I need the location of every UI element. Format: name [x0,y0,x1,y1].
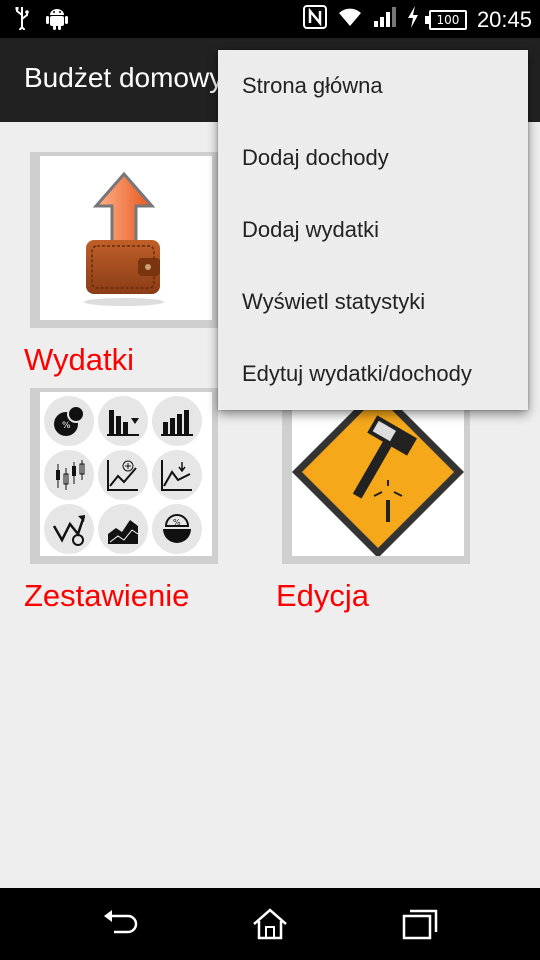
charging-icon [407,6,419,33]
svg-text:%: % [62,421,71,431]
menu-item-strona-glowna[interactable]: Strona główna [218,50,528,122]
nfc-icon [302,5,327,34]
hammer-warning-sign-icon [292,392,464,556]
tile-label-wydatki[interactable]: Wydatki [24,342,134,378]
back-icon[interactable] [100,906,140,942]
bar-chart-down-icon [98,396,148,446]
tile-label-zestawienie[interactable]: Zestawienie [24,578,189,614]
recents-icon[interactable] [400,906,440,942]
tile-edycja[interactable] [282,388,470,564]
battery-indicator: 100 [424,9,467,30]
menu-item-dodaj-dochody[interactable]: Dodaj dochody [218,122,528,194]
status-bar: 100 20:45 [0,0,540,38]
usb-icon [14,6,30,35]
android-icon [46,6,68,35]
area-chart-icon [98,504,148,554]
home-icon[interactable] [250,906,290,942]
status-time: 20:45 [476,6,532,32]
percent-pie-icon: % [152,504,202,554]
tile-zestawienie[interactable]: % % [30,388,218,564]
line-chart-down-icon [152,450,202,500]
statistics-icons-grid: % % [40,392,212,556]
wallet-arrow-icon [40,156,212,320]
wifi-icon [337,6,363,33]
menu-item-wyswietl-statystyki[interactable]: Wyświetl statystyki [218,266,528,338]
candlestick-chart-icon [44,450,94,500]
navigation-bar [0,888,540,960]
tile-wydatki[interactable] [30,152,218,328]
pie-chart-icon: % [44,396,94,446]
overflow-popup-menu: Strona główna Dodaj dochody Dodaj wydatk… [218,50,528,410]
line-chart-plus-icon [98,450,148,500]
menu-item-dodaj-wydatki[interactable]: Dodaj wydatki [218,194,528,266]
menu-item-edytuj[interactable]: Edytuj wydatki/dochody [218,338,528,410]
signal-icon [373,6,397,33]
trend-arrow-icon [44,504,94,554]
svg-text:%: % [173,518,181,527]
bar-chart-up-icon [152,396,202,446]
tile-label-edycja[interactable]: Edycja [276,578,369,614]
app-title: Budżet domowy [24,62,219,93]
